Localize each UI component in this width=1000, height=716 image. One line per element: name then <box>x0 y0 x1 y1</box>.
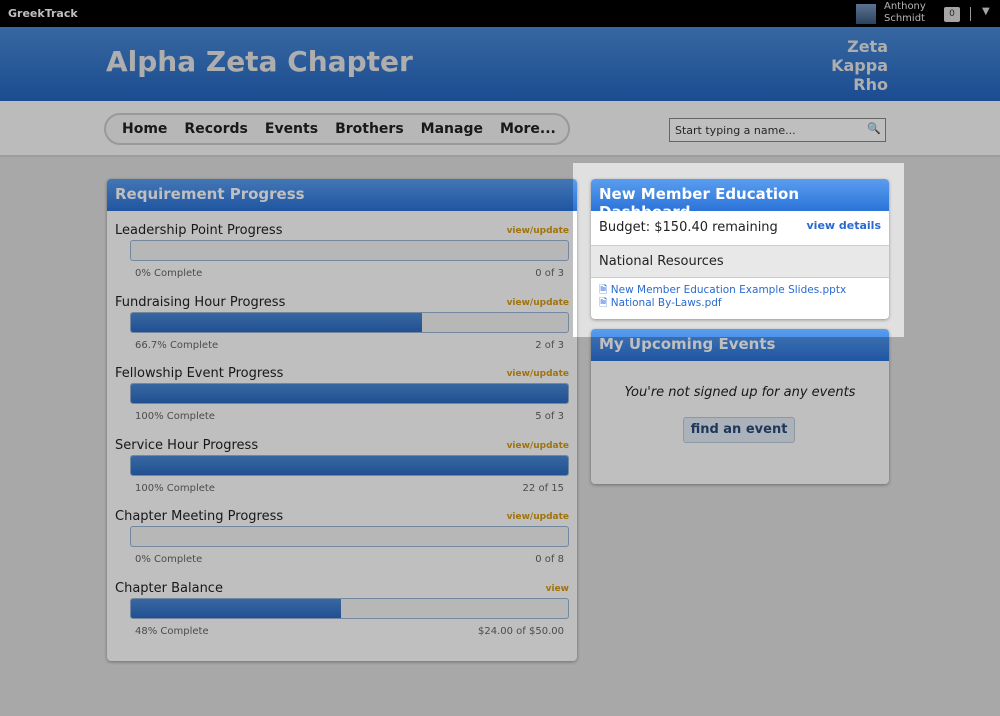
progress-row: Fellowship Event Progress view/update 10… <box>115 366 569 436</box>
progress-count: 2 of 3 <box>535 339 564 351</box>
view-update-link[interactable]: view/update <box>507 298 569 308</box>
progress-bar <box>130 526 569 547</box>
file-icon: 🗎 <box>599 284 608 296</box>
progress-count: 0 of 3 <box>535 268 564 279</box>
top-bar: GreekTrack Anthony Schmidt 0 ▼ <box>0 0 1000 27</box>
search-icon[interactable]: 🔍 <box>867 122 881 135</box>
brand-logo[interactable]: GreekTrack <box>8 7 78 20</box>
nav-records[interactable]: Records <box>184 121 247 137</box>
main-nav: Home Records Events Brothers Manage More… <box>104 113 570 145</box>
progress-bar <box>130 597 569 619</box>
progress-bar <box>130 454 569 476</box>
nav-more[interactable]: More... <box>500 121 556 137</box>
view-update-link[interactable]: view/update <box>507 226 569 236</box>
progress-count: 0 of 8 <box>535 554 564 565</box>
progress-label: Service Hour Progress <box>115 437 259 453</box>
progress-fill <box>131 455 568 475</box>
org-line: Zeta <box>847 37 888 56</box>
progress-count: $24.00 of $50.00 <box>478 625 564 637</box>
budget-text: Budget: $150.40 remaining <box>599 220 778 235</box>
chevron-down-icon[interactable]: ▼ <box>982 6 990 17</box>
resources-heading: National Resources <box>591 246 889 278</box>
progress-label: Fundraising Hour Progress <box>115 294 286 310</box>
progress-fill <box>131 312 423 332</box>
view-update-link[interactable]: view/update <box>507 441 569 451</box>
progress-fill <box>131 384 568 403</box>
progress-row: Service Hour Progress view/update 100% C… <box>115 438 569 508</box>
panel-title: My Upcoming Events <box>591 329 889 361</box>
nav-events[interactable]: Events <box>265 121 318 137</box>
progress-fill <box>131 598 341 618</box>
progress-row: Fundraising Hour Progress view/update 66… <box>115 295 569 365</box>
divider <box>970 7 971 21</box>
progress-count: 5 of 3 <box>535 411 564 422</box>
pdf-icon: 🗎 <box>599 297 608 309</box>
progress-count: 22 of 15 <box>522 482 564 494</box>
progress-bar <box>130 383 569 404</box>
user-name[interactable]: Anthony Schmidt <box>884 1 926 25</box>
progress-bar <box>130 311 569 333</box>
progress-row: Chapter Balance view 48% Complete $24.00… <box>115 581 569 651</box>
budget-row: Budget: $150.40 remaining view details <box>591 211 889 246</box>
requirement-progress-panel: Requirement Progress Leadership Point Pr… <box>107 179 577 661</box>
empty-events-message: You're not signed up for any events <box>624 385 856 400</box>
search-placeholder: Start typing a name... <box>675 124 796 137</box>
nav-manage[interactable]: Manage <box>421 121 483 137</box>
user-first-name: Anthony <box>884 1 926 12</box>
progress-label: Chapter Balance <box>115 580 223 596</box>
view-update-link[interactable]: view <box>546 584 569 594</box>
search-input[interactable]: Start typing a name... 🔍 <box>669 118 886 142</box>
view-update-link[interactable]: view/update <box>507 369 569 379</box>
progress-label: Leadership Point Progress <box>115 223 283 238</box>
org-line: Rho <box>853 75 888 94</box>
panel-title: Requirement Progress <box>107 179 577 211</box>
chapter-title: Alpha Zeta Chapter <box>106 45 413 78</box>
progress-caption: 66.7% Complete <box>135 339 219 351</box>
org-line: Kappa <box>831 56 888 75</box>
nav-brothers[interactable]: Brothers <box>335 121 404 137</box>
view-details-link[interactable]: view details <box>807 219 882 232</box>
file-link[interactable]: New Member Education Example Slides.pptx <box>611 284 846 296</box>
header: Alpha Zeta Chapter Zeta Kappa Rho <box>0 27 1000 101</box>
progress-bar <box>130 240 569 261</box>
progress-caption: 100% Complete <box>135 411 215 422</box>
progress-caption: 100% Complete <box>135 482 215 494</box>
nme-dashboard-panel: New Member Education Dashboard Budget: $… <box>591 179 889 319</box>
upcoming-events-panel: My Upcoming Events You're not signed up … <box>591 329 889 484</box>
user-last-name: Schmidt <box>884 13 925 24</box>
progress-caption: 0% Complete <box>135 554 203 565</box>
nav-home[interactable]: Home <box>122 121 167 137</box>
progress-label: Fellowship Event Progress <box>115 366 284 381</box>
file-link[interactable]: National By-Laws.pdf <box>611 297 722 309</box>
find-event-button[interactable]: find an event <box>683 417 795 443</box>
avatar[interactable] <box>856 4 876 24</box>
organization-name: Zeta Kappa Rho <box>831 37 888 94</box>
nav-bar: Home Records Events Brothers Manage More… <box>0 101 1000 157</box>
progress-row: Leadership Point Progress view/update 0%… <box>115 223 569 293</box>
progress-caption: 0% Complete <box>135 268 203 279</box>
notification-badge[interactable]: 0 <box>944 7 960 22</box>
view-update-link[interactable]: view/update <box>507 512 569 522</box>
progress-label: Chapter Meeting Progress <box>115 509 284 524</box>
panel-title: New Member Education Dashboard <box>591 179 889 221</box>
progress-caption: 48% Complete <box>135 625 209 637</box>
progress-row: Chapter Meeting Progress view/update 0% … <box>115 509 569 579</box>
